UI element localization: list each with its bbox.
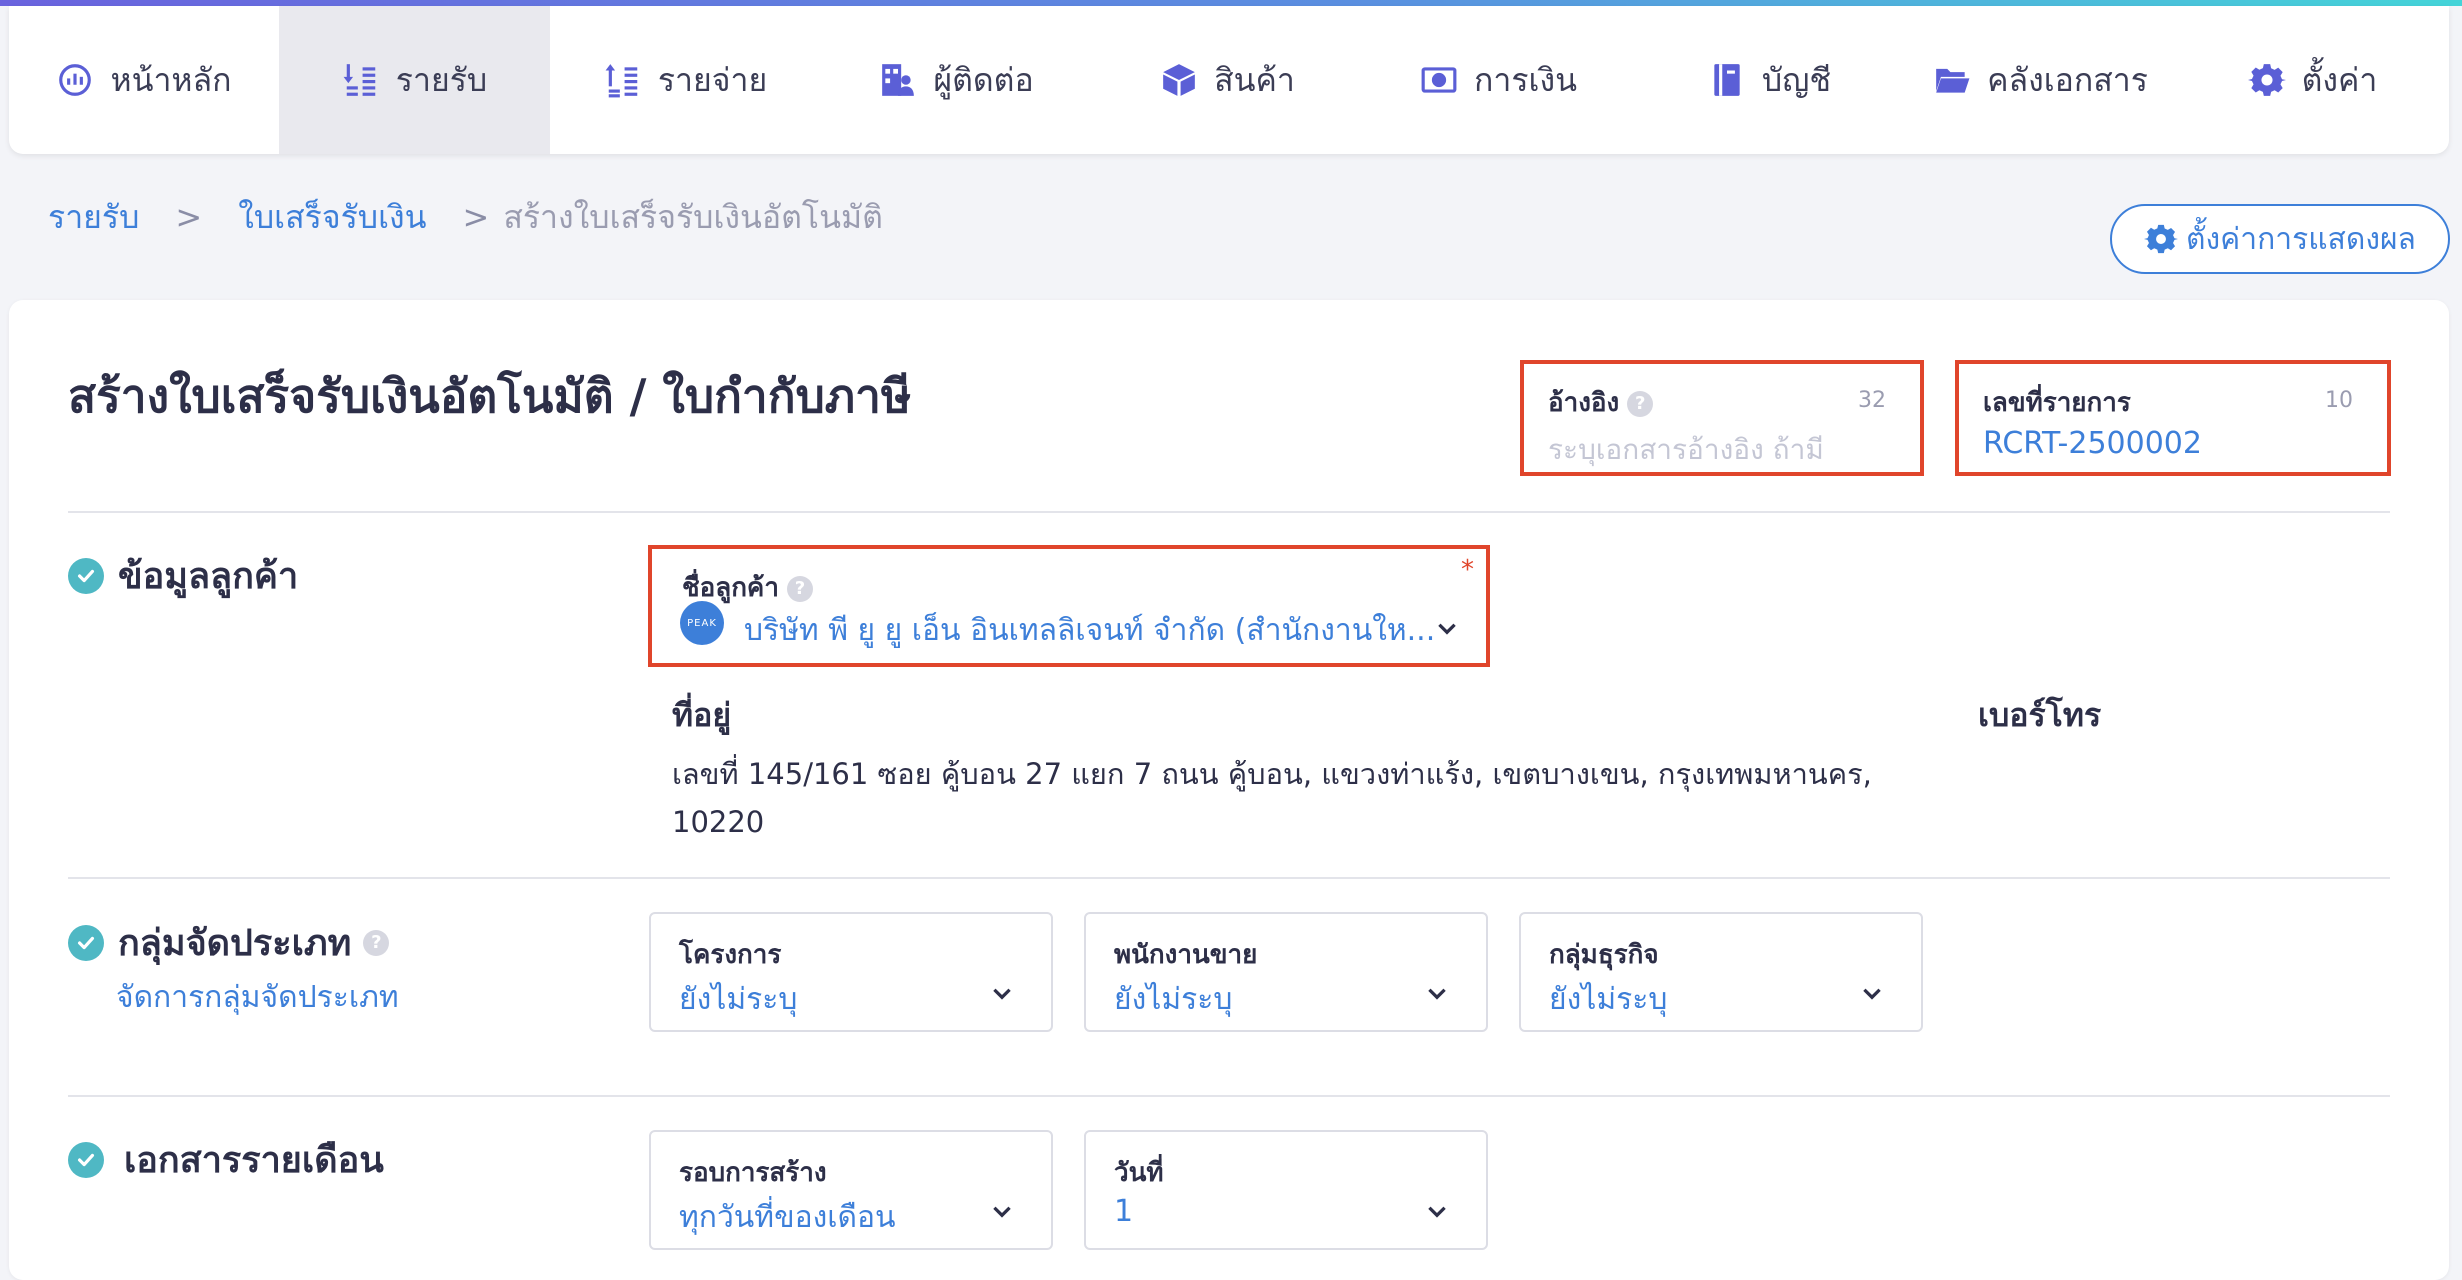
gear-icon [2247,64,2286,96]
address-label: ที่อยู่ [672,696,732,734]
breadcrumb: รายรับ > ใบเสร็จรับเงิน > สร้างใบเสร็จรับเงิ… [48,192,883,243]
nav-label: บัญชี [1761,60,1832,99]
document-number-label: เลขที่รายการ [1983,388,2131,418]
breadcrumb-income-link[interactable]: รายรับ [48,198,139,236]
chevron-down-icon [993,1206,1011,1218]
display-settings-button[interactable]: ตั้งค่าการแสดงผล [2110,204,2450,274]
section-divider [68,511,2390,513]
creation-cycle-label: รอบการสร้าง [679,1158,827,1188]
chevron-down-icon [1863,988,1881,1000]
nav-item-finance[interactable]: การเงิน [1363,6,1634,154]
breadcrumb-separator: > [175,198,203,236]
project-select[interactable]: โครงการ ยังไม่ระบุ [649,912,1053,1032]
product-box-icon [1163,64,1195,96]
creation-cycle-value: ทุกวันที่ของเดือน [679,1200,896,1235]
group-section-header: กลุ่มจัดประเภท ? [68,914,390,971]
main-nav: หน้าหลัก รายรับ รายจ่าย ผู้ติดต่อ สินค้า [9,6,2449,154]
business-group-value: ยังไม่ระบุ [1549,982,1668,1017]
customer-avatar: PEAK [680,601,724,645]
chevron-down-icon [1428,1206,1446,1218]
ledger-book-icon [1714,64,1740,96]
nav-label: คลังเอกสาร [1987,60,2148,99]
phone-label: เบอร์โทร [1978,696,2102,734]
display-settings-label: ตั้งค่าการแสดงผล [2186,221,2416,257]
income-icon [343,64,376,96]
business-group-label: กลุ่มธุรกิจ [1549,940,1659,970]
nav-item-accounting[interactable]: บัญชี [1634,6,1905,154]
day-select[interactable]: วันที่ 1 [1084,1130,1488,1250]
business-group-select[interactable]: กลุ่มธุรกิจ ยังไม่ระบุ [1519,912,1923,1032]
customer-section-title: ข้อมูลลูกค้า [118,556,299,597]
customer-address: เลขที่ 145/161 ซอย คู้บอน 27 แยก 7 ถนน ค… [672,750,1972,846]
salesperson-select[interactable]: พนักงานขาย ยังไม่ระบุ [1084,912,1488,1032]
gear-icon [2144,224,2179,254]
nav-item-products[interactable]: สินค้า [1092,6,1363,154]
section-divider [68,1095,2390,1097]
chevron-down-icon [1438,623,1456,635]
nav-item-settings[interactable]: ตั้งค่า [2176,6,2449,154]
address-line: 10220 [672,805,765,839]
nav-label: ผู้ติดต่อ [933,60,1034,99]
reference-field[interactable]: อ้างอิง? 32 ระบุเอกสารอ้างอิง ถ้ามี [1520,360,1924,476]
help-icon[interactable]: ? [363,929,390,956]
required-mark: * [1461,555,1474,585]
breadcrumb-current: สร้างใบเสร็จรับเงินอัตโนมัติ [503,198,883,236]
chevron-down-icon [1428,988,1446,1000]
nav-item-expense[interactable]: รายจ่าย [550,6,821,154]
nav-item-home[interactable]: หน้าหลัก [9,6,279,154]
day-label: วันที่ [1114,1158,1164,1188]
salesperson-label: พนักงานขาย [1114,940,1258,970]
nav-label: การเงิน [1474,60,1577,99]
page-title: สร้างใบเสร็จรับเงินอัตโนมัติ / ใบกำกับภา… [68,369,912,423]
nav-label: ตั้งค่า [2301,60,2378,99]
nav-label: หน้าหลัก [110,60,232,99]
customer-name-select[interactable]: ชื่อลูกค้า? * PEAK บริษัท พี ยู ยู เอ็น … [648,545,1490,667]
salesperson-value: ยังไม่ระบุ [1114,982,1233,1017]
reference-input[interactable]: ระบุเอกสารอ้างอิง ถ้ามี [1548,428,1824,472]
breadcrumb-receipt-link[interactable]: ใบเสร็จรับเงิน [238,198,426,236]
check-circle-icon [68,924,104,961]
monthly-section-header: เอกสารรายเดือน [68,1131,384,1188]
document-number-field[interactable]: เลขที่รายการ 10 RCRT-2500002 [1955,360,2391,476]
folder-icon [1936,68,1970,93]
money-icon [1421,67,1457,93]
reference-char-counter: 32 [1858,388,1886,413]
expense-icon [605,64,638,98]
nav-label: สินค้า [1214,60,1295,99]
nav-label: รายรับ [395,60,488,99]
nav-label: รายจ่าย [657,60,768,99]
check-circle-icon [68,557,104,594]
contacts-icon [882,64,915,96]
customer-name-label: ชื่อลูกค้า [682,573,779,603]
customer-section-header: ข้อมูลลูกค้า [68,547,298,604]
reference-label: อ้างอิง [1548,388,1620,418]
nav-item-income[interactable]: รายรับ [279,6,550,154]
project-label: โครงการ [679,940,782,970]
group-section-title: กลุ่มจัดประเภท [118,923,352,964]
customer-name-value: บริษัท พี ยู ยู เอ็น อินเทลลิเจนท์ จำกัด… [744,613,1436,648]
breadcrumb-separator: > [462,198,490,236]
check-circle-icon [68,1141,104,1178]
document-number-input[interactable]: RCRT-2500002 [1983,426,2202,461]
monthly-section-title: เอกสารรายเดือน [124,1140,384,1181]
help-icon[interactable]: ? [786,575,813,602]
manage-groups-link[interactable]: จัดการกลุ่มจัดประเภท [116,974,399,1021]
address-line: เลขที่ 145/161 ซอย คู้บอน 27 แยก 7 ถนน ค… [672,757,1872,791]
chevron-down-icon [993,988,1011,1000]
day-value: 1 [1114,1194,1134,1229]
dashboard-icon [59,64,92,96]
help-icon[interactable]: ? [1627,390,1654,417]
nav-item-documents[interactable]: คลังเอกสาร [1905,6,2176,154]
project-value: ยังไม่ระบุ [679,982,798,1017]
creation-cycle-select[interactable]: รอบการสร้าง ทุกวันที่ของเดือน [649,1130,1053,1250]
nav-item-contacts[interactable]: ผู้ติดต่อ [821,6,1092,154]
section-divider [68,877,2390,879]
document-number-char-counter: 10 [2325,388,2353,413]
